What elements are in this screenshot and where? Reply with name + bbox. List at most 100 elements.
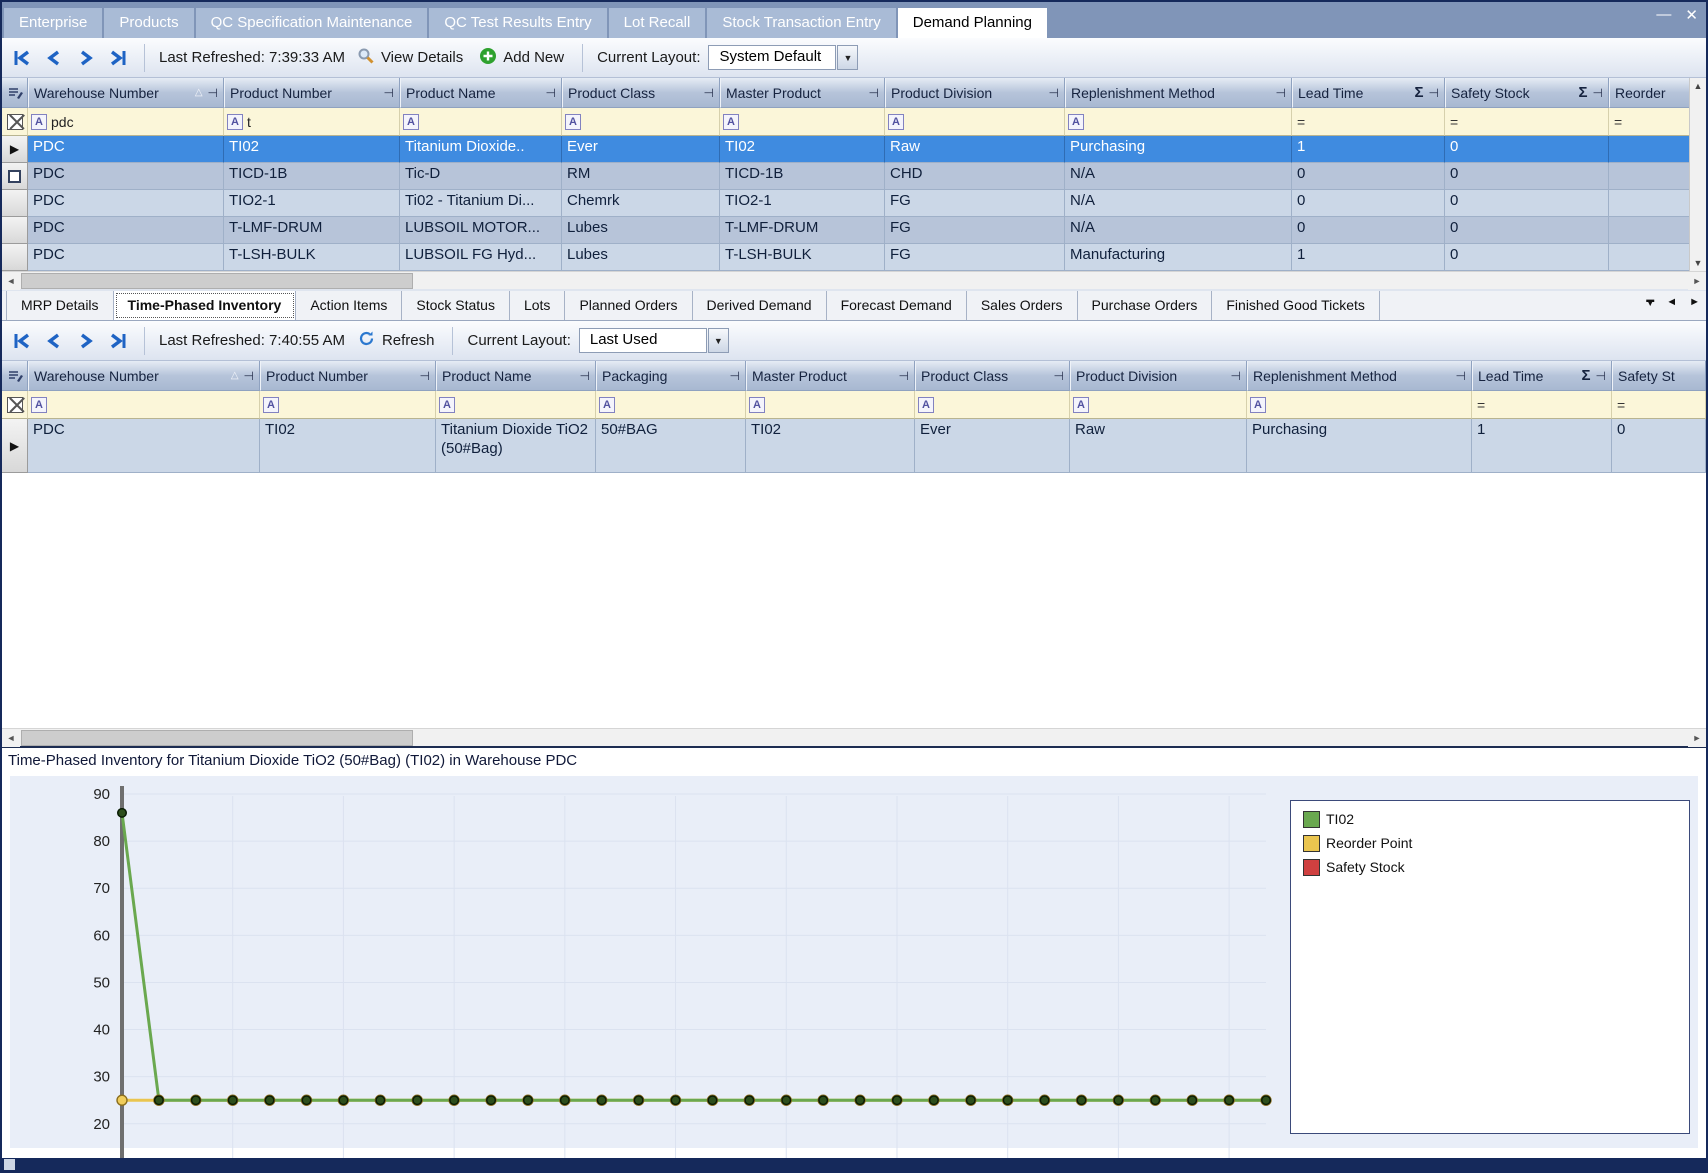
column-header-product-number[interactable]: Product Number⊣ [260, 361, 436, 391]
column-header-master-product[interactable]: Master Product⊣ [720, 78, 885, 108]
column-header-product-division[interactable]: Product Division⊣ [1070, 361, 1247, 391]
filter-cell-product-number[interactable]: A [260, 391, 436, 419]
clear-filters-icon[interactable] [2, 391, 28, 419]
detail-tab-forecast-demand[interactable]: Forecast Demand [827, 291, 967, 320]
detail-tab-finished-good-tickets[interactable]: Finished Good Tickets [1212, 291, 1380, 320]
table-row[interactable]: PDCTIO2-1Ti02 - Titanium Di...ChemrkTIO2… [2, 190, 1706, 217]
detail-tab-stock-status[interactable]: Stock Status [402, 291, 510, 320]
previous-record-icon[interactable] [42, 330, 66, 352]
view-details-button[interactable]: View Details [353, 45, 467, 71]
filter-cell-lead-time[interactable]: = [1292, 108, 1445, 136]
main-tab-lot-recall[interactable]: Lot Recall [609, 8, 706, 38]
first-record-icon[interactable] [10, 330, 34, 352]
table-row[interactable]: PDCTICD-1BTic-DRMTICD-1BCHDN/A00 [2, 163, 1706, 190]
filter-cell-product-name[interactable]: A [436, 391, 596, 419]
next-record-icon[interactable] [74, 330, 98, 352]
filter-cell-packaging[interactable]: A [596, 391, 746, 419]
detail-tab-purchase-orders[interactable]: Purchase Orders [1078, 291, 1213, 320]
main-tab-products[interactable]: Products [104, 8, 193, 38]
column-header-safety-stock[interactable]: Safety StockΣ⊣ [1445, 78, 1609, 108]
scroll-left-icon[interactable]: ◄ [2, 729, 20, 747]
table-row[interactable]: PDCT-LMF-DRUMLUBSOIL MOTOR...LubesT-LMF-… [2, 217, 1706, 244]
grid1-vertical-scrollbar[interactable]: ▲ ▼ [1689, 78, 1706, 271]
filter-cell-product-division[interactable]: A [885, 108, 1065, 136]
filter-cell-product-class[interactable]: A [915, 391, 1070, 419]
column-header-product-class[interactable]: Product Class⊣ [562, 78, 720, 108]
detail-tab-planned-orders[interactable]: Planned Orders [565, 291, 692, 320]
column-header-packaging[interactable]: Packaging⊣ [596, 361, 746, 391]
layout-combobox[interactable]: System Default ▼ [708, 45, 858, 70]
grid-settings-icon[interactable] [2, 78, 28, 108]
row-selector[interactable] [2, 163, 28, 190]
chevron-down-icon[interactable]: ▼ [708, 328, 729, 353]
tab-scroll-right-icon[interactable]: ► [1689, 296, 1700, 308]
grid2-scroll-thumb[interactable] [21, 730, 413, 746]
next-record-icon[interactable] [74, 47, 98, 69]
column-header-replenishment-method[interactable]: Replenishment Method⊣ [1065, 78, 1292, 108]
filter-cell-safety-st[interactable]: = [1612, 391, 1706, 419]
column-header-warehouse-number[interactable]: Warehouse Number△⊣ [28, 78, 224, 108]
filter-cell-master-product[interactable]: A [746, 391, 915, 419]
scroll-right-icon[interactable]: ► [1688, 272, 1706, 290]
main-tab-stock-transaction-entry[interactable]: Stock Transaction Entry [707, 8, 895, 38]
row-selector[interactable] [2, 217, 28, 244]
column-header-product-division[interactable]: Product Division⊣ [885, 78, 1065, 108]
close-icon[interactable]: ✕ [1685, 6, 1698, 24]
filter-cell-warehouse-number[interactable]: A [28, 391, 260, 419]
row-selector[interactable] [2, 244, 28, 271]
main-tab-enterprise[interactable]: Enterprise [4, 8, 102, 38]
row-selector[interactable]: ▶ [2, 419, 28, 473]
filter-cell-lead-time[interactable]: = [1472, 391, 1612, 419]
filter-cell-product-division[interactable]: A [1070, 391, 1247, 419]
main-tab-qc-specification-maintenance[interactable]: QC Specification Maintenance [196, 8, 428, 38]
column-header-product-number[interactable]: Product Number⊣ [224, 78, 400, 108]
column-header-safety-st[interactable]: Safety St [1612, 361, 1706, 391]
table-row[interactable]: PDCT-LSH-BULKLUBSOIL FG Hyd...LubesT-LSH… [2, 244, 1706, 271]
layout-combobox-value[interactable]: System Default [708, 45, 836, 70]
minimize-icon[interactable]: — [1656, 6, 1671, 24]
last-record-icon[interactable] [106, 330, 130, 352]
scroll-down-icon[interactable]: ▼ [1694, 258, 1703, 268]
clear-filters-icon[interactable] [2, 108, 28, 136]
grid2-horizontal-scrollbar[interactable]: ◄ ► [2, 728, 1706, 746]
column-header-product-name[interactable]: Product Name⊣ [400, 78, 562, 108]
column-header-product-class[interactable]: Product Class⊣ [915, 361, 1070, 391]
detail-layout-combobox[interactable]: Last Used ▼ [579, 328, 729, 353]
filter-cell-replenishment-method[interactable]: A [1065, 108, 1292, 136]
filter-cell-product-class[interactable]: A [562, 108, 720, 136]
filter-cell-product-number[interactable]: At [224, 108, 400, 136]
scroll-left-icon[interactable]: ◄ [2, 272, 20, 290]
grid1-horizontal-scrollbar[interactable]: ◄ ► [2, 271, 1706, 289]
detail-tab-action-items[interactable]: Action Items [296, 291, 402, 320]
detail-tab-time-phased-inventory[interactable]: Time-Phased Inventory [114, 291, 297, 320]
column-header-lead-time[interactable]: Lead TimeΣ⊣ [1472, 361, 1612, 391]
last-record-icon[interactable] [106, 47, 130, 69]
row-selector[interactable] [2, 190, 28, 217]
row-checkbox[interactable] [8, 170, 21, 183]
column-header-product-name[interactable]: Product Name⊣ [436, 361, 596, 391]
filter-cell-master-product[interactable]: A [720, 108, 885, 136]
tab-list-icon[interactable]: ▬▼ [1646, 298, 1654, 306]
row-selector[interactable]: ▶ [2, 136, 28, 163]
detail-tab-mrp-details[interactable]: MRP Details [6, 291, 114, 320]
column-header-master-product[interactable]: Master Product⊣ [746, 361, 915, 391]
table-row[interactable]: ▶PDCTI02Titanium Dioxide TiO2 (50#Bag)50… [2, 419, 1706, 473]
filter-cell-warehouse-number[interactable]: Apdc [28, 108, 224, 136]
chevron-down-icon[interactable]: ▼ [837, 45, 858, 70]
main-tab-qc-test-results-entry[interactable]: QC Test Results Entry [429, 8, 606, 38]
scroll-right-icon[interactable]: ► [1688, 729, 1706, 747]
column-header-warehouse-number[interactable]: Warehouse Number△⊣ [28, 361, 260, 391]
scroll-up-icon[interactable]: ▲ [1694, 81, 1703, 91]
table-row[interactable]: ▶PDCTI02Titanium Dioxide..EverTI02RawPur… [2, 136, 1706, 163]
column-header-replenishment-method[interactable]: Replenishment Method⊣ [1247, 361, 1472, 391]
add-new-button[interactable]: Add New [475, 45, 568, 71]
resize-grip[interactable] [4, 1159, 15, 1170]
grid-settings-icon[interactable] [2, 361, 28, 391]
first-record-icon[interactable] [10, 47, 34, 69]
filter-cell-safety-stock[interactable]: = [1445, 108, 1609, 136]
detail-tab-sales-orders[interactable]: Sales Orders [967, 291, 1078, 320]
filter-cell-replenishment-method[interactable]: A [1247, 391, 1472, 419]
refresh-button[interactable]: Refresh [353, 327, 439, 354]
detail-tab-lots[interactable]: Lots [510, 291, 565, 320]
main-tab-demand-planning[interactable]: Demand Planning [898, 8, 1047, 38]
